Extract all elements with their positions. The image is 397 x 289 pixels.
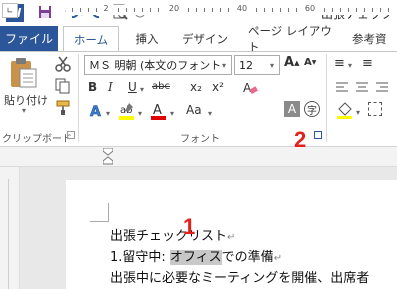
font-size-value: 12 <box>239 58 253 72</box>
superscript-button[interactable]: x² <box>212 80 224 94</box>
doc-line-2-prefix: 1.留守中: <box>110 250 170 265</box>
font-color-icon[interactable]: A <box>150 101 168 121</box>
clipboard-group-label: クリップボード <box>2 134 72 145</box>
callout-number-1: 1 <box>183 214 196 239</box>
tab-insert[interactable]: 挿入 <box>130 26 164 51</box>
ruler-track: 2 20 40 60 <box>66 4 397 15</box>
underline-dropdown-icon[interactable]: ▾ <box>140 85 144 94</box>
svg-text:A: A <box>153 103 162 118</box>
change-case-button[interactable]: Aa <box>186 103 202 117</box>
font-color-dropdown-icon[interactable]: ▾ <box>170 109 174 118</box>
cut-icon[interactable] <box>55 56 71 72</box>
tab-home[interactable]: ホーム <box>63 26 119 52</box>
vertical-ruler <box>0 167 20 289</box>
svg-text:A: A <box>90 104 101 120</box>
paste-icon[interactable] <box>8 57 38 89</box>
highlight-dropdown-icon[interactable]: ▾ <box>138 109 142 118</box>
doc-line-1[interactable]: 出張チェックリスト↵ <box>110 225 235 244</box>
font-name-value: ＭＳ 明朝 (本文のフォント <box>89 59 222 72</box>
ruler-number: 20 <box>168 4 180 13</box>
tab-file[interactable]: ファイル <box>0 26 58 51</box>
selected-text[interactable]: オフィス <box>169 250 222 265</box>
ruler-number: 2 <box>103 4 109 13</box>
shrink-font-label: A <box>304 57 312 68</box>
enclose-characters-button[interactable]: 字 <box>304 101 320 117</box>
strikethrough-button[interactable]: abc <box>152 81 170 92</box>
grow-font-button[interactable]: A ▲ <box>284 55 299 70</box>
shading-dropdown-icon[interactable]: ▾ <box>356 108 360 117</box>
bullets-dropdown-icon[interactable]: ▾ <box>348 61 352 70</box>
copy-icon[interactable] <box>55 78 71 94</box>
bold-button[interactable]: B <box>88 80 97 94</box>
underline-button[interactable]: U <box>128 80 137 94</box>
format-painter-icon[interactable] <box>55 100 71 116</box>
font-size-dropdown-icon[interactable]: ▾ <box>270 61 274 70</box>
tab-selector-icon[interactable]: ∟ <box>2 3 18 18</box>
doc-line-2-suffix: での準備 <box>221 250 274 265</box>
font-group-label: フォント <box>180 134 220 145</box>
font-dialog-launcher-icon[interactable] <box>314 131 322 139</box>
ruler-number: 40 <box>236 4 248 13</box>
doc-line-2[interactable]: 1.留守中: オフィスでの準備↵ <box>110 246 282 265</box>
numbering-button[interactable]: ≡ <box>362 56 373 71</box>
tab-page-layout[interactable]: ページ レイアウト <box>248 24 340 54</box>
horizontal-ruler <box>0 147 397 167</box>
character-shading-button[interactable]: A <box>284 101 300 117</box>
font-name-field[interactable]: ＭＳ 明朝 (本文のフォント <box>84 55 232 75</box>
text-effects-icon[interactable]: A <box>88 102 106 121</box>
text-effects-dropdown-icon[interactable]: ▾ <box>106 109 110 118</box>
clipboard-launcher-icon[interactable] <box>67 131 75 139</box>
save-icon[interactable] <box>37 4 53 20</box>
borders-icon[interactable] <box>368 102 382 116</box>
doc-line-3[interactable]: 出張中に必要なミーティングを開催、出席者 <box>110 267 369 286</box>
margin-corner-mark <box>90 203 109 222</box>
ruler-number: 60 <box>304 4 316 13</box>
font-name-dropdown-icon[interactable]: ▾ <box>222 61 226 70</box>
shrink-font-button[interactable]: A ▼ <box>304 57 316 68</box>
bullets-button[interactable]: ≡ <box>334 56 345 71</box>
change-case-dropdown-icon[interactable]: ▾ <box>208 109 212 118</box>
indent-marker-icon[interactable] <box>102 147 114 166</box>
highlight-color-icon[interactable]: ab <box>118 101 136 121</box>
alignment-buttons[interactable] <box>334 80 394 96</box>
doc-line-1-text: 出張チェックリスト <box>110 229 228 244</box>
svg-text:A: A <box>243 81 252 95</box>
italic-button[interactable]: I <box>108 80 113 94</box>
clear-formatting-icon[interactable]: A <box>242 80 258 96</box>
paste-dropdown-icon[interactable]: ▾ <box>22 106 26 115</box>
shading-icon[interactable] <box>336 101 354 119</box>
tab-references[interactable]: 参考資 <box>352 26 397 51</box>
tab-design[interactable]: デザイン <box>176 26 234 51</box>
group-separator <box>78 54 79 142</box>
group-separator <box>326 54 327 142</box>
subscript-button[interactable]: x₂ <box>190 80 202 94</box>
grow-font-label: A <box>284 55 295 70</box>
